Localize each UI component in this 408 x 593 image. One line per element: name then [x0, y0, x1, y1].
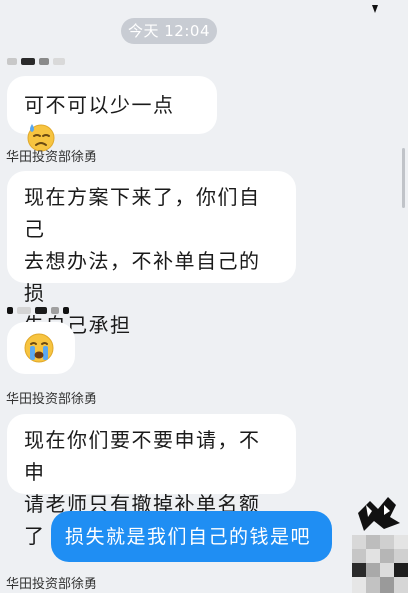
sender-name: 华田投资部徐勇	[6, 392, 98, 407]
message-line: 现在方案下来了，你们自己	[24, 185, 261, 241]
message-bubble-incoming[interactable]: 现在你们要不要申请，不申 请老师只有撤掉补单名额了	[7, 414, 296, 548]
message-bubble-incoming[interactable]: 可不可以少一点	[7, 76, 217, 152]
crying-emoji-icon	[21, 331, 57, 374]
sender-name-blurred	[7, 307, 69, 314]
sender-name-blurred	[7, 58, 65, 65]
message-line: 去想办法，不补单自己的损	[24, 249, 261, 305]
scrollbar-thumb[interactable]	[402, 148, 405, 208]
avatar-fragment-top	[370, 0, 384, 13]
message-bubble-incoming[interactable]: 现在方案下来了，你们自己 去想办法，不补单自己的损 失自己承担	[7, 171, 296, 337]
message-bubble-outgoing[interactable]: 损失就是我们自己的钱是吧	[51, 511, 332, 562]
message-line: 现在你们要不要申请，不申	[24, 428, 261, 484]
message-text: 损失就是我们自己的钱是吧	[65, 526, 312, 548]
message-text: 可不可以少一点	[24, 93, 175, 117]
avatar[interactable]	[344, 495, 408, 593]
sender-name: 华田投资部徐勇	[6, 150, 98, 165]
timestamp-pill: 今天 12:04	[121, 18, 217, 44]
message-bubble-incoming[interactable]	[7, 322, 75, 374]
sender-name: 华田投资部徐勇	[6, 577, 98, 592]
